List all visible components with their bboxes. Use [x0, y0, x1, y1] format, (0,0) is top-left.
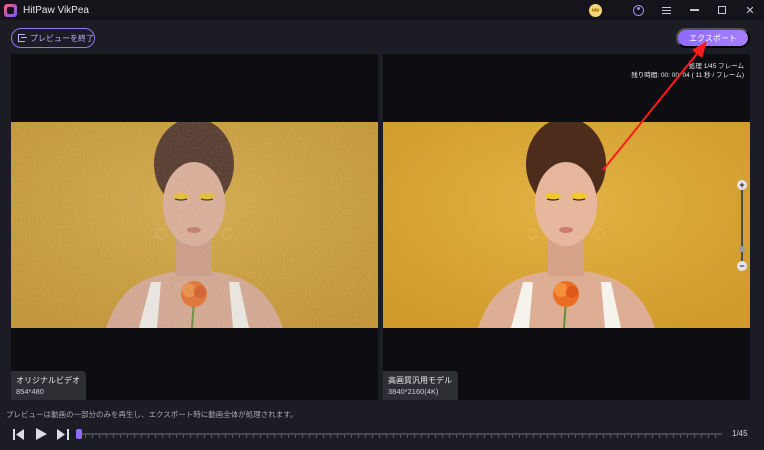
exit-preview-button[interactable]: プレビューを終了 [11, 28, 95, 48]
enhanced-resolution: 3840*2160(4K) [388, 387, 439, 396]
menu-icon [661, 6, 671, 14]
minimize-icon [689, 9, 699, 11]
processing-info: 処理 1/45 フレーム 残り時間: 00: 00: 04 ( 11 秒 / フ… [631, 62, 744, 80]
app-logo-icon [4, 3, 17, 17]
export-button[interactable]: エクスポート [676, 28, 750, 48]
maximize-icon [718, 6, 726, 14]
original-video-frame [11, 122, 378, 328]
remaining-time: 残り時間: 00: 00: 04 ( 11 秒 / フレーム) [631, 72, 744, 79]
crown-icon[interactable] [589, 3, 602, 17]
original-model-label: オリジナルビデオ [16, 376, 80, 385]
playback-bar: プレビューは動画の一部分のみを再生し、エクスポート時に動画全体が処理されます。 … [0, 404, 764, 450]
processing-frame-status: 処理 1/45 フレーム [688, 63, 744, 70]
original-label-box: オリジナルビデオ 854*480 [11, 371, 86, 400]
play-button[interactable] [33, 426, 49, 442]
account-button[interactable] [624, 0, 652, 20]
close-icon: ✕ [745, 4, 755, 17]
minimize-button[interactable] [680, 0, 708, 20]
window-controls: ✕ [589, 0, 764, 20]
prev-frame-button[interactable] [11, 426, 27, 442]
app-title: HitPaw VikPea [23, 4, 89, 16]
timeline-playhead[interactable] [76, 429, 82, 439]
menu-button[interactable] [652, 0, 680, 20]
timeline-ticks [78, 435, 722, 438]
export-label: エクスポート [689, 33, 737, 43]
enhanced-model-label: 高画質汎用モデル [388, 376, 452, 385]
next-frame-icon [57, 428, 69, 440]
original-preview-pane: オリジナルビデオ 854*480 [11, 54, 378, 400]
next-frame-button[interactable] [55, 426, 71, 442]
enhanced-label-box: 高画質汎用モデル 3840*2160(4K) [383, 371, 458, 400]
zoom-out-button[interactable]: − [737, 261, 747, 271]
play-icon [35, 428, 47, 440]
exit-preview-label: プレビューを終了 [30, 33, 94, 43]
original-resolution: 854*480 [16, 387, 44, 396]
maximize-button[interactable] [708, 0, 736, 20]
enhanced-preview-pane: 処理 1/45 フレーム 残り時間: 00: 00: 04 ( 11 秒 / フ… [383, 54, 750, 400]
user-icon [632, 4, 644, 16]
enhanced-video-frame [383, 122, 750, 328]
close-button[interactable]: ✕ [736, 0, 764, 20]
app-window: HitPaw VikPea ✕ プレビューを終了 エクスポート オリジナルビデオ… [0, 0, 764, 450]
title-bar: HitPaw VikPea ✕ [0, 0, 764, 20]
preview-hint: プレビューは動画の一部分のみを再生し、エクスポート時に動画全体が処理されます。 [6, 410, 298, 419]
prev-frame-icon [13, 428, 24, 440]
zoom-in-button[interactable]: + [737, 180, 747, 190]
exit-preview-icon [18, 34, 27, 42]
frame-counter: 1/45 [732, 429, 748, 438]
